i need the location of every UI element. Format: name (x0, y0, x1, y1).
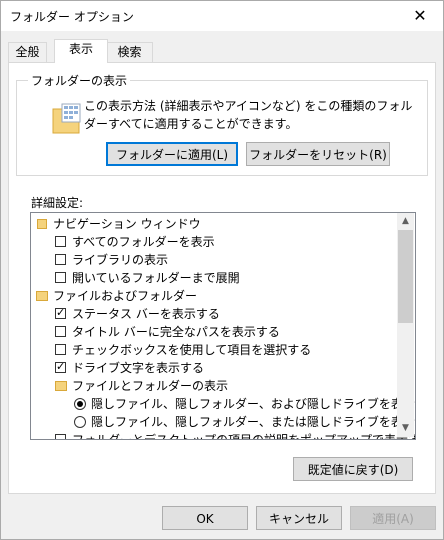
apply-to-folders-button[interactable]: フォルダーに適用(L) (106, 142, 238, 166)
radio[interactable] (74, 416, 86, 428)
checkbox-checked[interactable] (55, 305, 66, 321)
vertical-scrollbar[interactable]: ▲ ▼ (397, 213, 414, 437)
checkbox[interactable] (55, 272, 66, 283)
checkbox[interactable] (55, 434, 66, 439)
checkbox[interactable] (55, 326, 66, 337)
tab-view[interactable]: 表示 (54, 39, 108, 63)
checkbox[interactable] (55, 236, 66, 247)
scroll-up-icon[interactable]: ▲ (397, 213, 414, 230)
cancel-button[interactable]: キャンセル (256, 506, 342, 530)
folder-view-group-label: フォルダーの表示 (28, 72, 131, 89)
advanced-settings-label: 詳細設定: (31, 196, 84, 210)
advanced-settings-list[interactable]: ナビゲーション ウィンドウ すべてのフォルダーを表示 ライブラリの表示 開いてい… (30, 212, 416, 440)
checkbox-checked[interactable] (55, 359, 66, 375)
folder-icon (36, 291, 48, 301)
reset-folders-button[interactable]: フォルダーをリセット(R) (246, 142, 390, 166)
tab-search[interactable]: 検索 (106, 42, 153, 62)
window-title: フォルダー オプション (10, 10, 134, 24)
checkbox[interactable] (55, 254, 66, 265)
scroll-down-icon[interactable]: ▼ (397, 420, 414, 437)
close-icon[interactable]: ✕ (397, 1, 443, 31)
folder-icon (37, 219, 47, 229)
title-bar: フォルダー オプション ✕ (1, 1, 443, 31)
apply-button[interactable]: 適用(A) (350, 506, 436, 530)
radio-selected[interactable] (74, 398, 86, 410)
folder-icon (55, 381, 67, 391)
folder-view-icon (52, 103, 81, 134)
restore-defaults-button[interactable]: 既定値に戻す(D) (293, 457, 413, 481)
tab-general[interactable]: 全般 (8, 42, 47, 62)
folder-view-description: この表示方法 (詳細表示やアイコンなど) をこの種類のフォルダーすべてに適用する… (84, 99, 413, 131)
checkbox[interactable] (55, 344, 66, 355)
ok-button[interactable]: OK (162, 506, 248, 530)
scroll-thumb[interactable] (398, 230, 413, 323)
